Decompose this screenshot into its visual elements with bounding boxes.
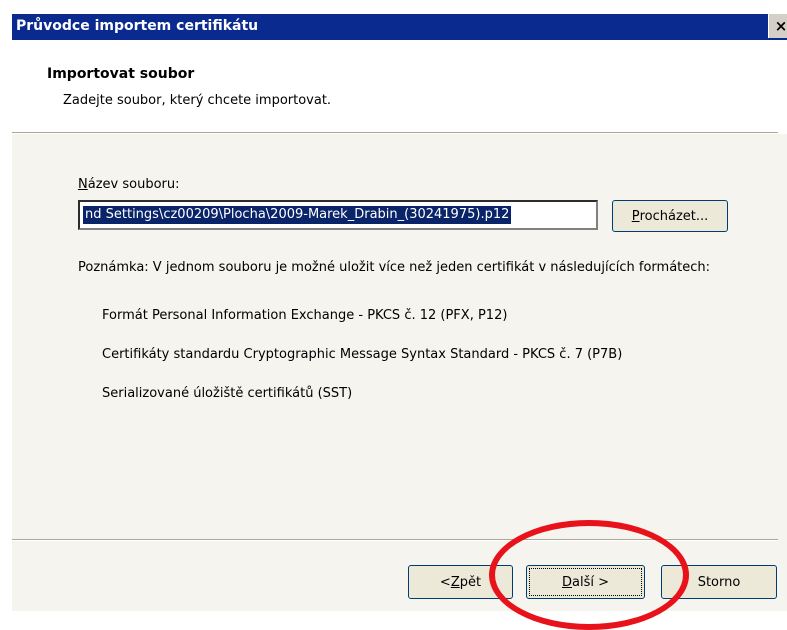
- window-title: Průvodce importem certifikátu: [16, 18, 259, 34]
- file-name-input[interactable]: nd Settings\cz00209\Plocha\2009-Marek_Dr…: [78, 200, 598, 230]
- footer-divider: [12, 539, 778, 541]
- wizard-header: Importovat soubor Zadejte soubor, který …: [12, 40, 787, 132]
- format-item-p7b: Certifikáty standardu Cryptographic Mess…: [102, 347, 623, 362]
- note-text: Poznámka: V jednom souboru je možné ulož…: [78, 260, 711, 275]
- title-bar: Průvodce importem certifikátu ×: [12, 14, 787, 40]
- browse-label: rocházet...: [639, 208, 709, 224]
- next-accesskey: D: [561, 574, 572, 590]
- back-label: pět: [459, 574, 482, 590]
- format-item-pfx: Formát Personal Information Exchange - P…: [102, 308, 508, 323]
- file-name-value: nd Settings\cz00209\Plocha\2009-Marek_Dr…: [83, 206, 512, 224]
- close-icon: ×: [774, 17, 787, 35]
- close-button[interactable]: ×: [768, 14, 787, 38]
- page-title: Importovat soubor: [47, 66, 195, 82]
- back-button[interactable]: < Zpět: [408, 565, 513, 599]
- file-name-label: Název souboru:: [78, 177, 179, 192]
- back-accesskey: Z: [450, 574, 460, 590]
- next-label: alší >: [572, 574, 609, 590]
- back-prefix: <: [439, 574, 451, 590]
- format-item-sst: Serializované úložiště certifikátů (SST): [102, 386, 353, 401]
- browse-button[interactable]: Procházet...: [612, 200, 728, 232]
- file-name-label-text: ázev souboru:: [87, 177, 180, 192]
- page-subtitle: Zadejte soubor, který chcete importovat.: [63, 93, 332, 108]
- file-name-accesskey: N: [78, 177, 88, 192]
- cancel-label: Storno: [697, 574, 741, 590]
- next-button[interactable]: Další >: [526, 565, 645, 599]
- cancel-button[interactable]: Storno: [661, 565, 777, 599]
- browse-accesskey: P: [631, 208, 640, 224]
